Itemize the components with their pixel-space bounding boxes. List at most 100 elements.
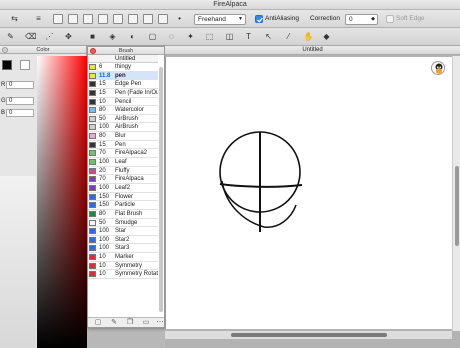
foreground-color-swatch[interactable] <box>2 60 12 70</box>
eraser-tool-icon[interactable]: ⌫ <box>25 31 36 42</box>
brush-list-item[interactable]: 100 Star <box>88 227 158 236</box>
brush-name: thingy <box>115 64 132 70</box>
lasso-tool-icon[interactable]: ◌ <box>166 31 177 42</box>
brush-size: 100 <box>99 124 110 131</box>
pen-tool-icon[interactable]: ✎ <box>5 31 16 42</box>
hand-tool-icon[interactable]: ✋ <box>303 31 314 42</box>
drawing-canvas[interactable] <box>165 57 452 329</box>
soft-edge-checkbox[interactable] <box>386 15 394 23</box>
eyedropper-tool-icon[interactable]: ⁄ <box>283 31 294 42</box>
color-panel-title: Color <box>36 47 50 53</box>
brush-list-item[interactable]: 70 FireAlpaca <box>88 175 158 184</box>
brush-list-item[interactable]: 80 Watercolor <box>88 106 158 115</box>
brush-color-swatch <box>89 72 96 79</box>
brush-list-item[interactable]: 15 Pen <box>88 141 158 150</box>
horizontal-scroll-thumb[interactable] <box>231 333 387 337</box>
arrows-icon[interactable]: ⇆ <box>9 13 20 24</box>
brush-list-item[interactable]: 70 FireAlpaca2 <box>88 149 158 159</box>
new-brush-icon[interactable]: ▢ <box>94 319 102 327</box>
snap-off-button[interactable] <box>53 14 63 24</box>
brush-size: 10 <box>99 98 106 105</box>
dot-tool-icon[interactable]: ⋰ <box>44 31 55 42</box>
brush-list-item[interactable]: 50 Smudge <box>88 219 158 228</box>
dark-tool-icon[interactable]: ◆ <box>321 31 332 42</box>
close-icon[interactable] <box>90 48 96 54</box>
brush-size: 50 <box>99 219 106 226</box>
canvas-horizontal-scrollbar[interactable] <box>165 331 452 339</box>
color-gradient-picker[interactable] <box>37 56 87 348</box>
antialiasing-checkbox[interactable] <box>255 15 263 23</box>
snap-curve-button[interactable] <box>128 14 138 24</box>
brush-list-item[interactable]: 10 Symmetry Rotation <box>88 270 158 280</box>
copy-brush-icon[interactable]: ❐ <box>126 319 134 327</box>
brush-list-header: Untitled <box>88 55 158 63</box>
channel-value-input[interactable]: 0 <box>6 97 34 105</box>
brush-list-item[interactable]: 100 AirBrush <box>88 123 158 133</box>
brush-color-swatch <box>89 245 96 252</box>
brush-list-item[interactable]: 10 Symmetry <box>88 262 158 271</box>
magic-wand-tool-icon[interactable]: ✦ <box>185 31 196 42</box>
brush-list-item[interactable]: 11.8 pen <box>88 71 158 81</box>
brush-list-item[interactable]: 150 Particle <box>88 201 158 210</box>
brush-list-item[interactable]: 80 Flat Brush <box>88 210 158 219</box>
brush-list-item[interactable]: 20 Fluffy <box>88 167 158 176</box>
snap-grid-button[interactable] <box>83 14 93 24</box>
brush-list-scrollbar[interactable] <box>159 67 163 312</box>
folder-brush-icon[interactable]: ▭ <box>142 319 150 327</box>
alpaca-mascot-icon <box>431 61 445 75</box>
background-color-swatch[interactable] <box>20 60 30 70</box>
brush-color-swatch <box>89 107 96 114</box>
fill-tool-icon[interactable]: ■ <box>87 31 98 42</box>
brush-list-item[interactable]: 100 Leaf <box>88 158 158 167</box>
snap-circle-button[interactable] <box>113 14 123 24</box>
brush-list-item[interactable]: 50 AirBrush <box>88 115 158 124</box>
close-icon[interactable] <box>2 47 8 53</box>
snap-parallel-button[interactable] <box>68 14 78 24</box>
brush-size: 10 <box>99 254 106 261</box>
select-tool-icon[interactable]: ▢ <box>147 31 158 42</box>
tools-toolbar: ✎ ⌫ ⋰ ✥ ■ ◈ ◐ ▢ ◌ ✦ ⬚ ◫ T ↖ ⁄ ✋ ◆ <box>0 28 460 46</box>
snap-radial-button[interactable] <box>98 14 108 24</box>
brush-list-item[interactable]: 80 Blur <box>88 132 158 141</box>
brush-list-item[interactable]: 150 Flower <box>88 193 158 202</box>
brush-list-item[interactable]: 10 Pencil <box>88 98 158 107</box>
select-pen-tool-icon[interactable]: ⬚ <box>204 31 215 42</box>
brush-name: AirBrush <box>115 124 139 131</box>
channel-value-input[interactable]: 0 <box>6 109 34 117</box>
channel-name: R <box>1 82 6 88</box>
channel-value-input[interactable]: 0 <box>6 81 34 89</box>
canvas-window: Untitled <box>165 46 460 348</box>
draw-mode-select[interactable]: Freehand ▼ <box>194 14 246 25</box>
select-eraser-tool-icon[interactable]: ◫ <box>224 31 235 42</box>
brush-color-swatch <box>89 115 96 122</box>
snap-settings-button[interactable] <box>158 14 168 24</box>
brush-size: 70 <box>99 176 106 183</box>
brush-list-item[interactable]: 6 thingy <box>88 63 158 72</box>
dot-icon[interactable]: • <box>174 13 185 24</box>
brush-list-item[interactable]: 100 Star2 <box>88 236 158 245</box>
brush-color-swatch <box>89 133 96 140</box>
brush-size: 100 <box>99 228 110 235</box>
brush-size: 15 <box>99 141 106 148</box>
edit-brush-icon[interactable]: ✎ <box>110 319 118 327</box>
brush-size: 100 <box>99 184 110 191</box>
brush-list-item[interactable]: 15 Edge Pen <box>88 80 158 89</box>
gradient-tool-icon[interactable]: ◐ <box>127 31 138 42</box>
correction-select[interactable]: 0 ◆ <box>345 14 378 25</box>
brush-panel-footer: ▢ ✎ ❐ ▭ ⋯ <box>88 317 164 327</box>
operation-tool-icon[interactable]: ↖ <box>263 31 274 42</box>
brush-list-item[interactable]: 100 Leaf2 <box>88 184 158 193</box>
channel-row: R 0 <box>0 80 36 90</box>
brush-list-item[interactable]: 10 Marker <box>88 253 158 262</box>
brush-list-item[interactable]: 15 Pen (Fade In/Out) <box>88 89 158 98</box>
vertical-scroll-thumb[interactable] <box>455 166 459 246</box>
snap-3d-button[interactable] <box>143 14 153 24</box>
brush-name: Pen (Fade In/Out) <box>115 89 158 96</box>
brush-list-item[interactable]: 100 Star3 <box>88 244 158 254</box>
more-options-icon[interactable]: ⋯ <box>156 319 164 327</box>
bucket-tool-icon[interactable]: ◈ <box>107 31 118 42</box>
text-tool-icon[interactable]: T <box>243 31 254 42</box>
move-tool-icon[interactable]: ✥ <box>63 31 74 42</box>
canvas-vertical-scrollbar[interactable] <box>452 56 460 331</box>
menu-icon[interactable]: ≡ <box>33 13 44 24</box>
